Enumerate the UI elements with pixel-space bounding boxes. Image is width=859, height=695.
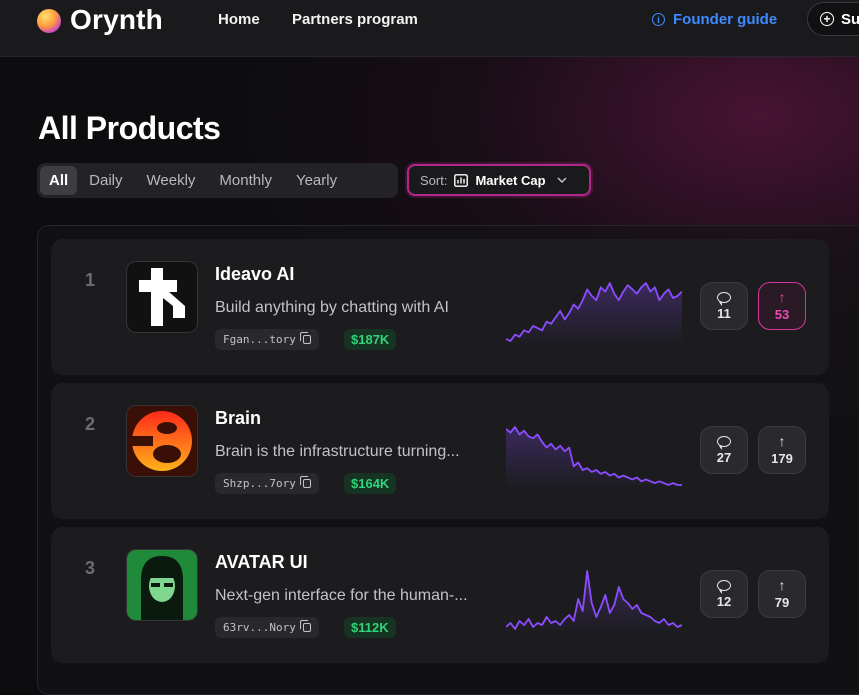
product-description: Brain is the infrastructure turning... xyxy=(215,443,460,460)
product-logo-brain[interactable] xyxy=(126,405,198,477)
product-logo-avatar-ui[interactable] xyxy=(126,549,198,621)
sparkline-area xyxy=(506,283,682,345)
submit-button-label: Su xyxy=(841,10,859,28)
nav-partners-link[interactable]: Partners program xyxy=(292,11,418,28)
sort-label: Sort: xyxy=(420,172,448,188)
price-sparkline xyxy=(506,282,682,345)
product-name[interactable]: AVATAR UI xyxy=(215,552,308,573)
tab-yearly[interactable]: Yearly xyxy=(284,166,349,195)
brain-logo-icon xyxy=(127,406,197,476)
contract-address: Fgan...tory xyxy=(223,333,296,346)
sparkline-area xyxy=(506,427,682,489)
info-icon: i xyxy=(652,13,665,26)
product-name[interactable]: Ideavo AI xyxy=(215,264,294,285)
nav-home-link[interactable]: Home xyxy=(218,11,260,28)
tab-all[interactable]: All xyxy=(40,166,78,195)
contract-address-chip[interactable]: Shzp...7ory xyxy=(215,473,319,494)
price-sparkline xyxy=(506,426,682,489)
page-title: All Products xyxy=(38,110,221,146)
brand-logo-icon[interactable] xyxy=(37,9,61,33)
comments-button[interactable]: 11 xyxy=(700,282,748,330)
plus-circle-icon: + xyxy=(820,12,834,26)
tab-monthly[interactable]: Monthly xyxy=(207,166,284,195)
upvote-count: 179 xyxy=(771,451,793,466)
comment-icon xyxy=(717,435,731,450)
comments-button[interactable]: 27 xyxy=(700,426,748,474)
sort-dropdown[interactable]: Sort: Market Cap xyxy=(407,164,591,196)
product-rank: 3 xyxy=(85,558,96,578)
sparkline-area xyxy=(506,571,682,633)
upvote-button[interactable]: ↑ 179 xyxy=(758,426,806,474)
product-card[interactable]: 3 AVATAR UI Next-gen interface for the h… xyxy=(51,527,829,663)
product-description: Next-gen interface for the human-... xyxy=(215,587,468,604)
tab-weekly[interactable]: Weekly xyxy=(135,166,208,195)
top-navigation-bar: Orynth Home Partners program i Founder g… xyxy=(0,0,859,57)
market-cap-badge: $164K xyxy=(344,473,397,494)
product-card[interactable]: 2 Brain Brain is the infrastructure turn… xyxy=(51,383,829,519)
price-sparkline xyxy=(506,570,682,633)
chevron-down-icon xyxy=(557,177,567,183)
comment-count: 11 xyxy=(717,305,731,321)
contract-address-chip[interactable]: 63rv...Nory xyxy=(215,617,319,638)
brand-name[interactable]: Orynth xyxy=(70,4,163,36)
market-cap-badge: $112K xyxy=(344,617,396,638)
founder-guide-link[interactable]: i Founder guide xyxy=(652,11,777,28)
product-description: Build anything by chatting with AI xyxy=(215,299,449,316)
arrow-up-icon: ↑ xyxy=(778,289,786,305)
product-logo-ideavo[interactable] xyxy=(126,261,198,333)
copy-icon[interactable] xyxy=(299,476,311,488)
arrow-up-icon: ↑ xyxy=(778,433,786,449)
upvote-button[interactable]: ↑ 79 xyxy=(758,570,806,618)
avatar-ui-logo-icon xyxy=(127,550,197,620)
arrow-up-icon: ↑ xyxy=(778,577,786,593)
founder-guide-label: Founder guide xyxy=(673,11,778,28)
product-rank: 1 xyxy=(85,270,96,290)
comment-count: 27 xyxy=(716,449,732,465)
tab-daily[interactable]: Daily xyxy=(77,166,134,195)
sort-value: Market Cap xyxy=(475,172,546,188)
comments-button[interactable]: 12 xyxy=(700,570,748,618)
contract-address: 63rv...Nory xyxy=(223,621,296,634)
product-name[interactable]: Brain xyxy=(215,408,261,429)
upvote-count: 79 xyxy=(774,595,790,610)
upvote-count: 53 xyxy=(774,307,790,322)
product-rank: 2 xyxy=(85,414,96,434)
ideavo-logo-icon xyxy=(139,268,185,326)
copy-icon[interactable] xyxy=(299,620,311,632)
upvote-button[interactable]: ↑ 53 xyxy=(758,282,806,330)
period-tabs: All Daily Weekly Monthly Yearly xyxy=(37,163,398,198)
contract-address-chip[interactable]: Fgan...tory xyxy=(215,329,319,350)
comment-count: 12 xyxy=(716,593,732,609)
comment-icon xyxy=(717,291,731,306)
market-cap-badge: $187K xyxy=(344,329,397,350)
submit-button[interactable]: + Su xyxy=(807,2,859,36)
bar-chart-icon xyxy=(454,173,469,187)
comment-icon xyxy=(717,579,731,594)
copy-icon[interactable] xyxy=(299,332,311,344)
product-card[interactable]: 1 Ideavo AI Build anything by chatting w… xyxy=(51,239,829,375)
contract-address: Shzp...7ory xyxy=(223,477,296,490)
